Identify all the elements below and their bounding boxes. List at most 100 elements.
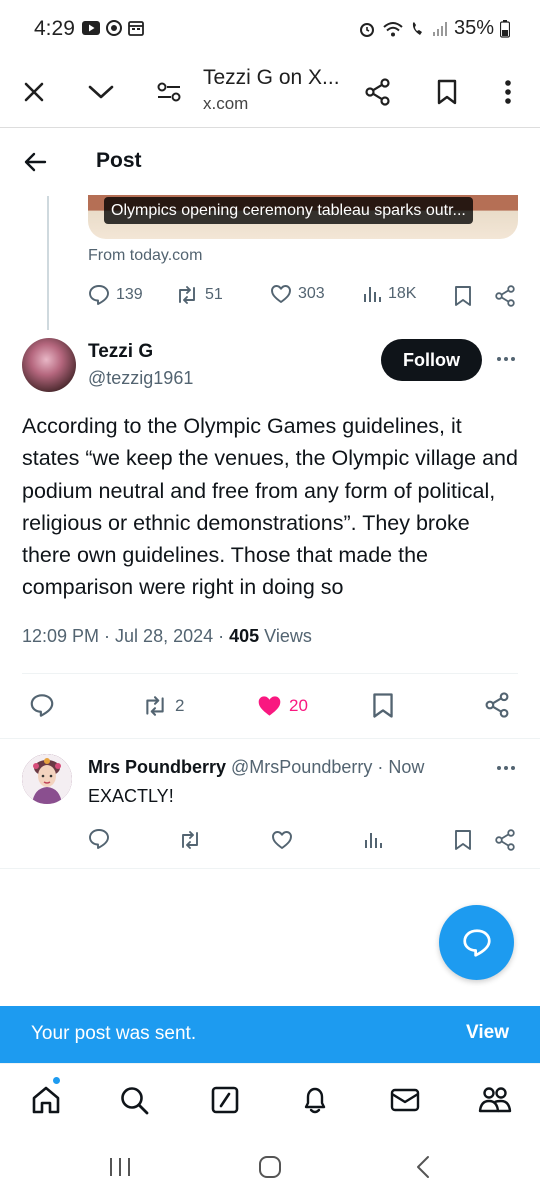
- reply-bookmark-button[interactable]: [454, 829, 472, 851]
- share-icon: [365, 78, 390, 106]
- parent-share-button[interactable]: [494, 285, 516, 307]
- reply-plus-icon: [462, 928, 491, 957]
- more-dot: [511, 357, 515, 361]
- share-icon: [495, 285, 515, 307]
- reply-icon: [89, 829, 109, 849]
- nav-search[interactable]: [114, 1080, 154, 1120]
- reply-button[interactable]: [29, 693, 55, 718]
- bookmark-icon: [437, 79, 457, 105]
- reply-views-button[interactable]: [363, 830, 383, 850]
- chevron-down-icon: [88, 85, 114, 99]
- bookmark-icon: [455, 286, 471, 306]
- browser-page-title: Tezzi G on X...: [203, 66, 340, 89]
- tweet-timestamp-views: 12:09 PM · Jul 28, 2024 · 405 Views: [22, 626, 312, 647]
- youtube-icon: [82, 21, 100, 35]
- battery-percent: 35%: [453, 17, 494, 39]
- mail-icon: [390, 1088, 420, 1112]
- back-system-button[interactable]: [403, 1152, 443, 1182]
- reply-reply-button[interactable]: [88, 828, 110, 850]
- more-vertical-icon: [505, 80, 511, 104]
- minimize-button[interactable]: [79, 70, 123, 114]
- share-icon: [485, 692, 509, 718]
- parent-reply-count: 139: [116, 286, 143, 303]
- browser-domain: x.com: [203, 94, 249, 113]
- compose-reply-button[interactable]: [439, 905, 514, 980]
- browser-menu-button[interactable]: [486, 70, 530, 114]
- author-handle[interactable]: @tezzig1961: [88, 368, 193, 389]
- tweet-views-label: Views: [259, 626, 312, 646]
- back-button[interactable]: [20, 147, 50, 177]
- reply-like-button[interactable]: [271, 830, 293, 850]
- repost-icon: [182, 831, 198, 849]
- system-navigation-bar: [0, 1134, 540, 1200]
- avatar-portrait-image: [22, 754, 72, 804]
- author-name[interactable]: Tezzi G: [88, 341, 153, 363]
- status-system-icons: 35%: [358, 17, 510, 40]
- calendar-icon: [128, 21, 144, 36]
- divider: [0, 738, 540, 739]
- more-dot: [504, 766, 508, 770]
- reply-more-button[interactable]: [491, 753, 521, 783]
- site-settings-button[interactable]: [147, 70, 191, 114]
- link-card-source[interactable]: From today.com: [88, 247, 202, 265]
- nav-home[interactable]: [26, 1080, 66, 1120]
- tweet-timestamp[interactable]: 12:09 PM · Jul 28, 2024 ·: [22, 626, 229, 646]
- reply-icon: [30, 694, 54, 717]
- signal-icon: [432, 21, 447, 36]
- bookmark-icon: [455, 830, 471, 850]
- post-header: Post: [0, 129, 540, 195]
- reply-author-handle-time[interactable]: @MrsPoundberry · Now: [226, 757, 424, 777]
- parent-views-button[interactable]: 18K: [362, 284, 416, 304]
- close-tab-button[interactable]: [12, 70, 56, 114]
- bookmark-icon: [373, 693, 393, 718]
- browser-toolbar: Tezzi G on X... x.com: [0, 58, 540, 128]
- bookmark-button[interactable]: [372, 692, 394, 719]
- tweet-views-count[interactable]: 405: [229, 626, 259, 646]
- link-card-caption[interactable]: Olympics opening ceremony tableau sparks…: [104, 197, 473, 224]
- reply-text: EXACTLY!: [88, 786, 174, 806]
- toast-banner: Your post was sent. View: [0, 1006, 540, 1063]
- toast-view-button[interactable]: View: [466, 1022, 509, 1044]
- parent-bookmark-button[interactable]: [454, 285, 472, 307]
- share-button[interactable]: [484, 692, 510, 718]
- call-icon: [412, 21, 422, 35]
- more-dot: [497, 766, 501, 770]
- bookmark-page-button[interactable]: [425, 70, 469, 114]
- nav-messages[interactable]: [385, 1080, 425, 1120]
- home-unread-indicator: [52, 1076, 61, 1085]
- reply-share-button[interactable]: [494, 829, 516, 851]
- arrow-left-icon: [24, 152, 47, 172]
- more-dot: [497, 357, 501, 361]
- parent-repost-button[interactable]: 51: [175, 284, 223, 306]
- page-title: Post: [96, 149, 142, 172]
- tweet-more-button[interactable]: [491, 344, 521, 374]
- reply-repost-button[interactable]: [178, 829, 202, 851]
- parent-reply-button[interactable]: 139: [88, 284, 143, 306]
- analytics-icon: [365, 833, 382, 848]
- nav-grok[interactable]: [205, 1080, 245, 1120]
- at-icon: [106, 20, 122, 36]
- home-system-button[interactable]: [250, 1152, 290, 1182]
- tune-icon: [157, 82, 181, 102]
- close-icon: [24, 82, 44, 102]
- parent-repost-count: 51: [205, 286, 223, 303]
- reply-avatar[interactable]: [22, 754, 72, 804]
- reply-header: Mrs Poundberry @MrsPoundberry · Now: [88, 757, 424, 778]
- follow-button[interactable]: Follow: [381, 339, 482, 381]
- toast-message: Your post was sent.: [31, 1023, 197, 1044]
- recents-icon: [110, 1158, 130, 1176]
- home-circle-icon: [259, 1156, 281, 1178]
- parent-like-count: 303: [298, 285, 325, 302]
- like-button[interactable]: 20: [256, 694, 308, 718]
- nav-notifications[interactable]: [295, 1080, 335, 1120]
- reply-author-name[interactable]: Mrs Poundberry: [88, 757, 226, 777]
- share-icon: [495, 829, 515, 851]
- share-page-button[interactable]: [356, 70, 400, 114]
- avatar[interactable]: [22, 338, 76, 392]
- bottom-navigation: [0, 1063, 540, 1133]
- parent-like-button[interactable]: 303: [270, 284, 325, 304]
- heart-filled-icon: [258, 696, 281, 716]
- repost-button[interactable]: 2: [141, 694, 184, 718]
- recent-apps-button[interactable]: [100, 1152, 140, 1182]
- nav-communities[interactable]: [475, 1080, 515, 1120]
